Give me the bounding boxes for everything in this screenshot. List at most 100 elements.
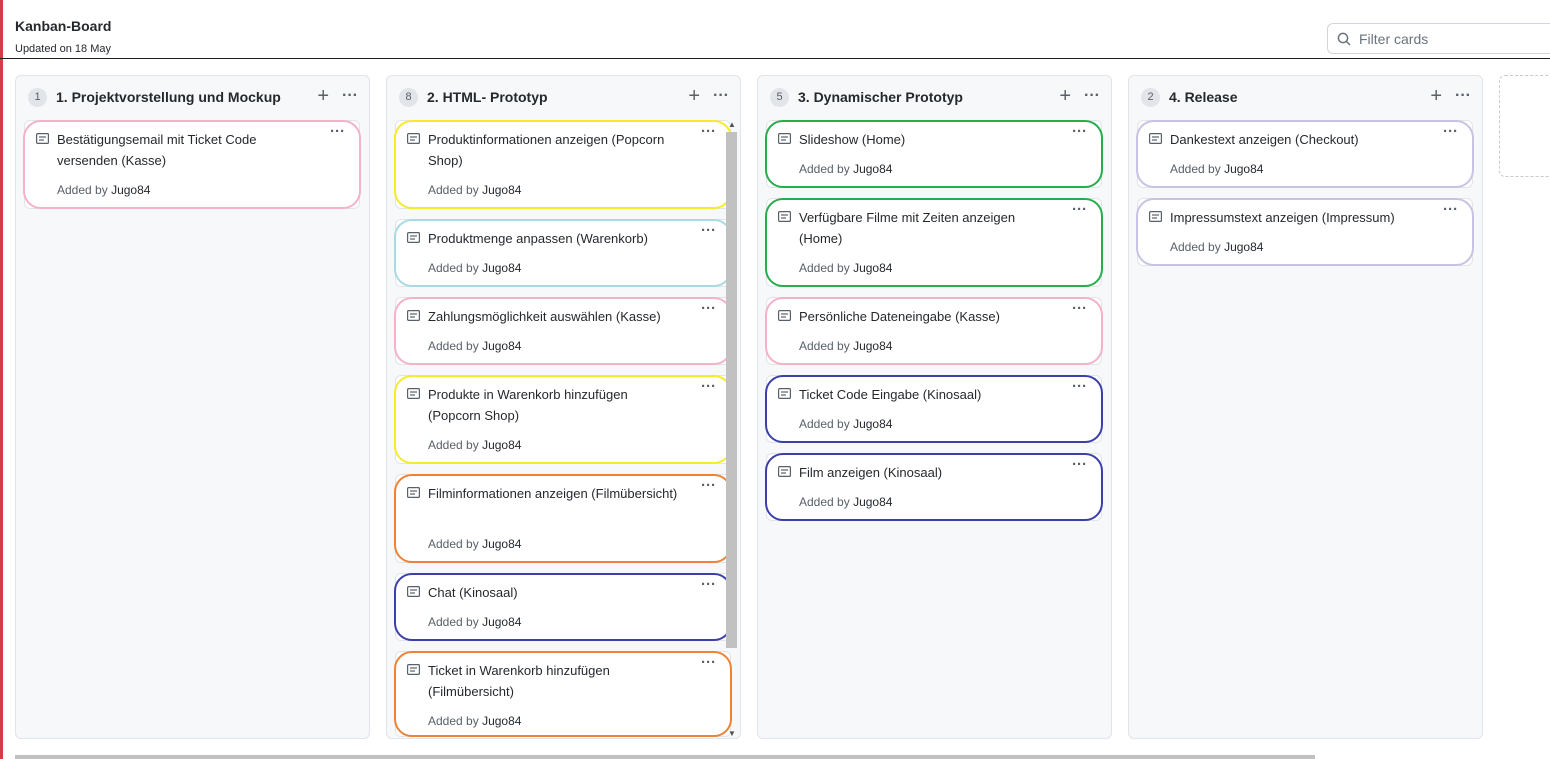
- card-meta: Added by Jugo84: [1170, 162, 1263, 176]
- column-menu-ellipsis-icon[interactable]: ···: [713, 84, 729, 108]
- card-menu-ellipsis-icon[interactable]: ···: [1072, 201, 1087, 219]
- card-meta: Added by Jugo84: [428, 537, 521, 551]
- plus-icon[interactable]: +: [1430, 84, 1442, 108]
- card-menu-ellipsis-icon[interactable]: ···: [701, 654, 716, 672]
- column-header: 2 4. Release + ···: [1129, 76, 1482, 120]
- card-menu-ellipsis-icon[interactable]: ···: [701, 300, 716, 318]
- card-author[interactable]: Jugo84: [482, 339, 521, 353]
- search-icon: [1337, 32, 1351, 46]
- card-title: Filminformationen anzeigen (Filmübersich…: [428, 486, 678, 501]
- card[interactable]: Ticket in Warenkorb hinzufügen (Filmüber…: [394, 651, 732, 737]
- added-by-label: Added by: [1170, 240, 1221, 254]
- add-column-placeholder[interactable]: [1499, 75, 1550, 177]
- card[interactable]: Produktinformationen anzeigen (Popcorn S…: [394, 120, 732, 209]
- plus-icon[interactable]: +: [317, 84, 329, 108]
- added-by-label: Added by: [428, 339, 479, 353]
- card-author[interactable]: Jugo84: [1224, 240, 1263, 254]
- card-author[interactable]: Jugo84: [853, 495, 892, 509]
- note-icon: [407, 664, 420, 675]
- column-release: 2 4. Release + ··· Dankestext anzeigen (…: [1128, 75, 1483, 739]
- card[interactable]: Zahlungsmöglichkeit auswählen (Kasse) Ad…: [394, 297, 732, 365]
- column-html-prototyp: 8 2. HTML- Prototyp + ··· Produktinforma…: [386, 75, 741, 739]
- column-dynamischer-prototyp: 5 3. Dynamischer Prototyp + ··· Slidesho…: [757, 75, 1112, 739]
- column-header: 1 1. Projektvorstellung und Mockup + ···: [16, 76, 369, 120]
- card[interactable]: Filminformationen anzeigen (Filmübersich…: [394, 474, 732, 563]
- card-title: Ticket Code Eingabe (Kinosaal): [799, 387, 982, 402]
- card-menu-ellipsis-icon[interactable]: ···: [701, 123, 716, 141]
- card-meta: Added by Jugo84: [428, 339, 521, 353]
- scroll-down-arrow-icon[interactable]: ▼: [728, 729, 736, 738]
- added-by-label: Added by: [428, 714, 479, 728]
- card-menu-ellipsis-icon[interactable]: ···: [1072, 378, 1087, 396]
- card-author[interactable]: Jugo84: [482, 615, 521, 629]
- card-author[interactable]: Jugo84: [482, 183, 521, 197]
- card-title: Verfügbare Filme mit Zeiten anzeigen (Ho…: [799, 210, 1016, 246]
- scroll-thumb[interactable]: [726, 132, 737, 648]
- card-menu-ellipsis-icon[interactable]: ···: [1072, 123, 1087, 141]
- card-author[interactable]: Jugo84: [111, 183, 150, 197]
- scroll-up-arrow-icon[interactable]: ▲: [728, 120, 736, 129]
- horizontal-scrollbar[interactable]: [15, 755, 1315, 759]
- card-menu-ellipsis-icon[interactable]: ···: [701, 576, 716, 594]
- card-title: Zahlungsmöglichkeit auswählen (Kasse): [428, 309, 661, 324]
- column-projektvorstellung: 1 1. Projektvorstellung und Mockup + ···…: [15, 75, 370, 739]
- plus-icon[interactable]: +: [688, 84, 700, 108]
- note-icon: [1149, 133, 1162, 144]
- card-author[interactable]: Jugo84: [482, 714, 521, 728]
- card[interactable]: Chat (Kinosaal) Added by Jugo84 ···: [394, 573, 732, 641]
- card[interactable]: Bestätigungsemail mit Ticket Code versen…: [23, 120, 361, 209]
- added-by-label: Added by: [428, 261, 479, 275]
- card-meta: Added by Jugo84: [428, 438, 521, 452]
- card-author[interactable]: Jugo84: [853, 261, 892, 275]
- card-author[interactable]: Jugo84: [853, 417, 892, 431]
- card-menu-ellipsis-icon[interactable]: ···: [330, 123, 345, 141]
- column-menu-ellipsis-icon[interactable]: ···: [1084, 84, 1100, 108]
- added-by-label: Added by: [428, 537, 479, 551]
- card[interactable]: Verfügbare Filme mit Zeiten anzeigen (Ho…: [765, 198, 1103, 287]
- note-icon: [407, 487, 420, 498]
- column-header: 8 2. HTML- Prototyp + ···: [387, 76, 740, 120]
- column-menu-ellipsis-icon[interactable]: ···: [342, 84, 358, 108]
- card[interactable]: Impressumstext anzeigen (Impressum) Adde…: [1136, 198, 1474, 266]
- card-author[interactable]: Jugo84: [853, 162, 892, 176]
- column-menu-ellipsis-icon[interactable]: ···: [1455, 84, 1471, 108]
- card-menu-ellipsis-icon[interactable]: ···: [1443, 201, 1458, 219]
- note-icon: [407, 586, 420, 597]
- card-menu-ellipsis-icon[interactable]: ···: [701, 477, 716, 495]
- card-meta: Added by Jugo84: [799, 495, 892, 509]
- card-author[interactable]: Jugo84: [1224, 162, 1263, 176]
- card-menu-ellipsis-icon[interactable]: ···: [701, 378, 716, 396]
- card-meta: Added by Jugo84: [428, 714, 521, 728]
- card-menu-ellipsis-icon[interactable]: ···: [701, 222, 716, 240]
- card[interactable]: Film anzeigen (Kinosaal) Added by Jugo84…: [765, 453, 1103, 521]
- note-icon: [1149, 211, 1162, 222]
- note-icon: [407, 310, 420, 321]
- card[interactable]: Ticket Code Eingabe (Kinosaal) Added by …: [765, 375, 1103, 443]
- note-icon: [778, 133, 791, 144]
- card[interactable]: Slideshow (Home) Added by Jugo84 ···: [765, 120, 1103, 188]
- note-icon: [778, 211, 791, 222]
- card-menu-ellipsis-icon[interactable]: ···: [1072, 300, 1087, 318]
- card-title: Produkte in Warenkorb hinzufügen (Popcor…: [428, 387, 628, 423]
- card-menu-ellipsis-icon[interactable]: ···: [1072, 456, 1087, 474]
- card-meta: Added by Jugo84: [1170, 240, 1263, 254]
- card[interactable]: Produktmenge anpassen (Warenkorb) Added …: [394, 219, 732, 287]
- card-meta: Added by Jugo84: [799, 261, 892, 275]
- card-author[interactable]: Jugo84: [482, 537, 521, 551]
- card-meta: Added by Jugo84: [799, 162, 892, 176]
- card-author[interactable]: Jugo84: [482, 438, 521, 452]
- card-author[interactable]: Jugo84: [853, 339, 892, 353]
- filter-cards-field[interactable]: [1327, 23, 1550, 54]
- card-menu-ellipsis-icon[interactable]: ···: [1443, 123, 1458, 141]
- added-by-label: Added by: [799, 261, 850, 275]
- note-icon: [407, 232, 420, 243]
- filter-cards-input[interactable]: [1359, 29, 1549, 49]
- column-scrollbar[interactable]: ▲ ▼: [725, 120, 738, 738]
- plus-icon[interactable]: +: [1059, 84, 1071, 108]
- card-author[interactable]: Jugo84: [482, 261, 521, 275]
- card[interactable]: Produkte in Warenkorb hinzufügen (Popcor…: [394, 375, 732, 464]
- card[interactable]: Dankestext anzeigen (Checkout) Added by …: [1136, 120, 1474, 188]
- card[interactable]: Persönliche Dateneingabe (Kasse) Added b…: [765, 297, 1103, 365]
- column-title: 2. HTML- Prototyp: [427, 89, 548, 105]
- added-by-label: Added by: [799, 417, 850, 431]
